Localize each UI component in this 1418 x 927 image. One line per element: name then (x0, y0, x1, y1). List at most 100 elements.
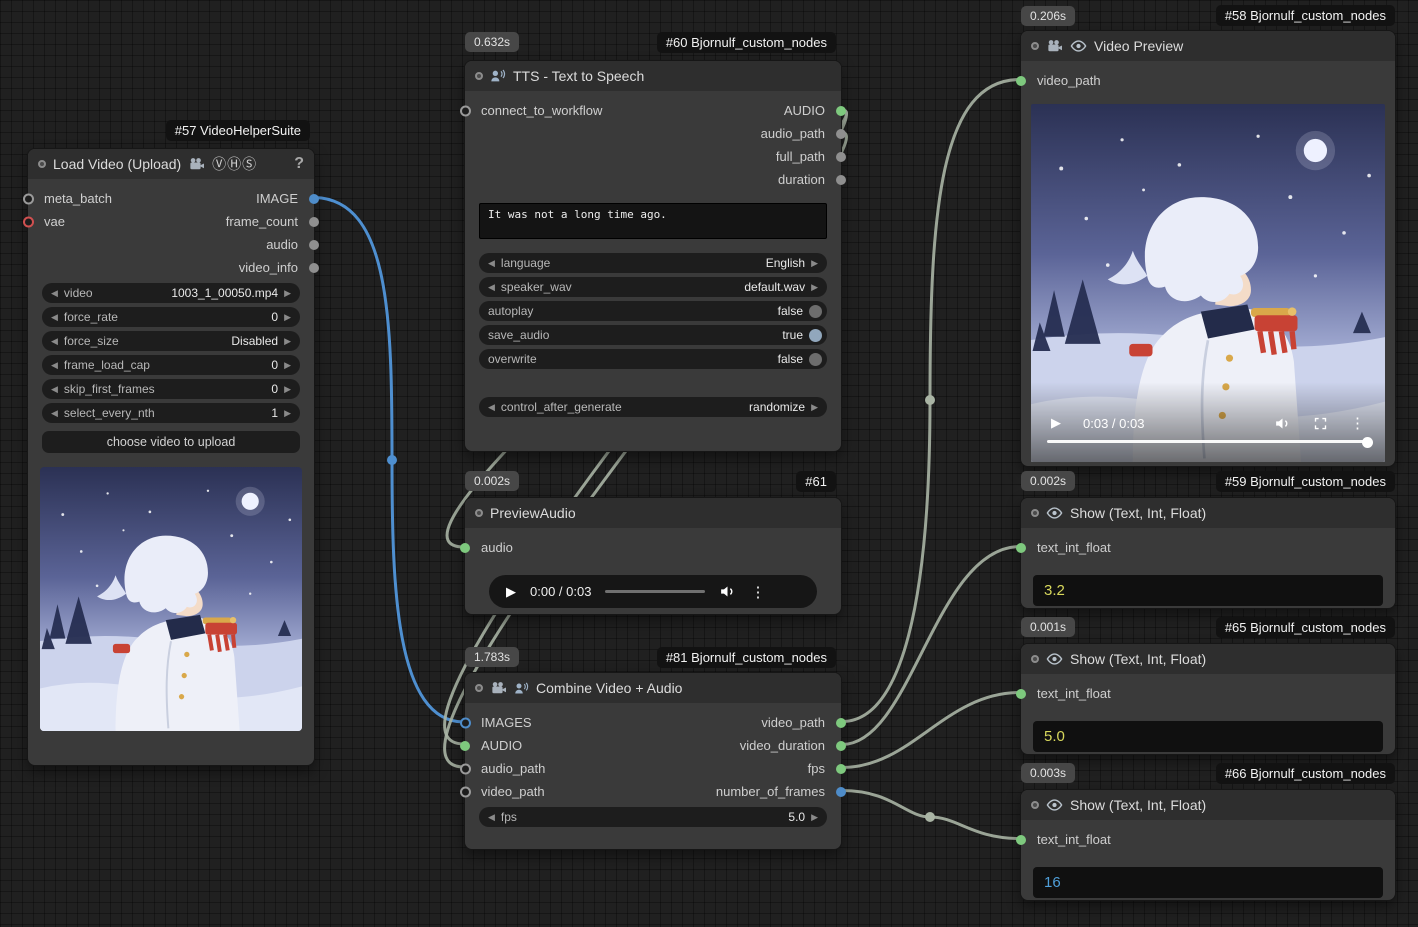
input-port-meta-batch[interactable] (23, 193, 34, 204)
next-arrow[interactable]: ▶ (811, 259, 818, 268)
audio-player[interactable]: ▶ 0:00 / 0:03 ⋮ (489, 575, 817, 608)
play-button[interactable]: ▶ (1051, 415, 1061, 431)
widget-speaker-wav[interactable]: ◀ speaker_wav default.wav ▶ (479, 277, 827, 297)
node-header[interactable]: Show (Text, Int, Float) (1021, 498, 1395, 528)
input-port-video-path[interactable] (460, 786, 471, 797)
collapse-dot[interactable] (475, 509, 483, 517)
reroute-dot[interactable] (925, 395, 935, 405)
input-port-audio[interactable] (460, 741, 470, 751)
prev-arrow[interactable]: ◀ (51, 337, 58, 346)
prev-arrow[interactable]: ◀ (488, 283, 495, 292)
toggle-knob[interactable] (809, 305, 822, 318)
next-arrow[interactable]: ▶ (284, 313, 291, 322)
widget-skip-first-frames[interactable]: ◀ skip_first_frames 0 ▶ (42, 379, 300, 399)
output-port-duration[interactable] (836, 175, 846, 185)
play-button[interactable]: ▶ (506, 584, 516, 600)
reroute-dot[interactable] (925, 812, 935, 822)
collapse-dot[interactable] (38, 160, 46, 168)
input-port-vae[interactable] (23, 216, 34, 227)
next-arrow[interactable]: ▶ (284, 385, 291, 394)
input-port-connect-to-workflow[interactable] (460, 105, 471, 116)
collapse-dot[interactable] (1031, 801, 1039, 809)
output-port-video-duration[interactable] (836, 741, 846, 751)
node-header[interactable]: Show (Text, Int, Float) (1021, 644, 1395, 674)
collapse-dot[interactable] (1031, 42, 1039, 50)
output-port-frame-count[interactable] (309, 217, 319, 227)
next-arrow[interactable]: ▶ (811, 813, 818, 822)
choose-video-button[interactable]: choose video to upload (42, 431, 300, 453)
node-header[interactable]: Combine Video + Audio (465, 673, 841, 703)
input-port-audio-path[interactable] (460, 763, 471, 774)
more-options-icon[interactable]: ⋮ (750, 583, 765, 601)
next-arrow[interactable]: ▶ (284, 409, 291, 418)
prev-arrow[interactable]: ◀ (51, 385, 58, 394)
node-header[interactable]: TTS - Text to Speech (465, 61, 841, 91)
output-port-video-path[interactable] (836, 718, 846, 728)
node-header[interactable]: Video Preview (1021, 31, 1395, 61)
progress-knob[interactable] (1362, 437, 1373, 448)
prev-arrow[interactable]: ◀ (51, 289, 58, 298)
prev-arrow[interactable]: ◀ (488, 813, 495, 822)
next-arrow[interactable]: ▶ (284, 361, 291, 370)
volume-icon[interactable] (1274, 415, 1291, 432)
node-header[interactable]: Show (Text, Int, Float) (1021, 790, 1395, 820)
input-port-video-path[interactable] (1016, 76, 1026, 86)
widget-force-size[interactable]: ◀ force_size Disabled ▶ (42, 331, 300, 351)
toggle-autoplay[interactable]: autoplay false (479, 301, 827, 321)
node-load-video[interactable]: Load Video (Upload) ⓋⒽⓈ ? meta_batch IMA… (27, 148, 315, 766)
input-port-images[interactable] (460, 717, 471, 728)
collapse-dot[interactable] (1031, 655, 1039, 663)
node-show-59[interactable]: Show (Text, Int, Float) text_int_float 3… (1020, 497, 1396, 609)
node-combine-video-audio[interactable]: Combine Video + Audio IMAGES video_path … (464, 672, 842, 850)
node-show-65[interactable]: Show (Text, Int, Float) text_int_float 5… (1020, 643, 1396, 755)
output-port-fps[interactable] (836, 764, 846, 774)
prev-arrow[interactable]: ◀ (51, 361, 58, 370)
node-show-66[interactable]: Show (Text, Int, Float) text_int_float 1… (1020, 789, 1396, 901)
collapse-dot[interactable] (1031, 509, 1039, 517)
help-button[interactable]: ? (294, 155, 304, 173)
input-port-text-int-float[interactable] (1016, 689, 1026, 699)
node-header[interactable]: PreviewAudio (465, 498, 841, 528)
prev-arrow[interactable]: ◀ (488, 403, 495, 412)
output-port-video-info[interactable] (309, 263, 319, 273)
tts-text-input[interactable]: It was not a long time ago. (479, 203, 827, 239)
output-port-audio[interactable] (309, 240, 319, 250)
collapse-dot[interactable] (475, 72, 483, 80)
node-tts[interactable]: TTS - Text to Speech connect_to_workflow… (464, 60, 842, 452)
output-port-audio[interactable] (836, 106, 846, 116)
video-controls[interactable]: ▶ 0:03 / 0:03 ⋮ (1031, 414, 1385, 432)
widget-language[interactable]: ◀ language English ▶ (479, 253, 827, 273)
prev-arrow[interactable]: ◀ (51, 409, 58, 418)
progress-bar[interactable] (1047, 440, 1369, 443)
collapse-dot[interactable] (475, 684, 483, 692)
video-player[interactable]: ▶ 0:03 / 0:03 ⋮ (1031, 104, 1385, 462)
widget-fps[interactable]: ◀ fps 5.0 ▶ (479, 807, 827, 827)
toggle-knob[interactable] (809, 329, 822, 342)
toggle-overwrite[interactable]: overwrite false (479, 349, 827, 369)
widget-control-after-generate[interactable]: ◀ control_after_generate randomize ▶ (479, 397, 827, 417)
node-header[interactable]: Load Video (Upload) ⓋⒽⓈ ? (28, 149, 314, 179)
input-port-text-int-float[interactable] (1016, 835, 1026, 845)
widget-video[interactable]: ◀ video 1003_1_00050.mp4 ▶ (42, 283, 300, 303)
toggle-save-audio[interactable]: save_audio true (479, 325, 827, 345)
more-options-icon[interactable]: ⋮ (1350, 414, 1365, 432)
output-port-audio-path[interactable] (836, 129, 846, 139)
widget-force-rate[interactable]: ◀ force_rate 0 ▶ (42, 307, 300, 327)
output-port-image[interactable] (309, 194, 319, 204)
input-port-text-int-float[interactable] (1016, 543, 1026, 553)
output-port-number-of-frames[interactable] (836, 787, 846, 797)
reroute-dot[interactable] (387, 455, 397, 465)
node-preview-audio[interactable]: PreviewAudio audio ▶ 0:00 / 0:03 ⋮ (464, 497, 842, 615)
volume-icon[interactable] (719, 583, 736, 600)
seek-slider[interactable] (605, 590, 705, 593)
input-port-audio[interactable] (460, 543, 470, 553)
next-arrow[interactable]: ▶ (284, 337, 291, 346)
prev-arrow[interactable]: ◀ (488, 259, 495, 268)
next-arrow[interactable]: ▶ (811, 283, 818, 292)
widget-frame-load-cap[interactable]: ◀ frame_load_cap 0 ▶ (42, 355, 300, 375)
output-port-full-path[interactable] (836, 152, 846, 162)
node-video-preview[interactable]: Video Preview video_path ▶ 0:03 / 0:03 (1020, 30, 1396, 467)
toggle-knob[interactable] (809, 353, 822, 366)
fullscreen-icon[interactable] (1313, 416, 1328, 431)
next-arrow[interactable]: ▶ (284, 289, 291, 298)
